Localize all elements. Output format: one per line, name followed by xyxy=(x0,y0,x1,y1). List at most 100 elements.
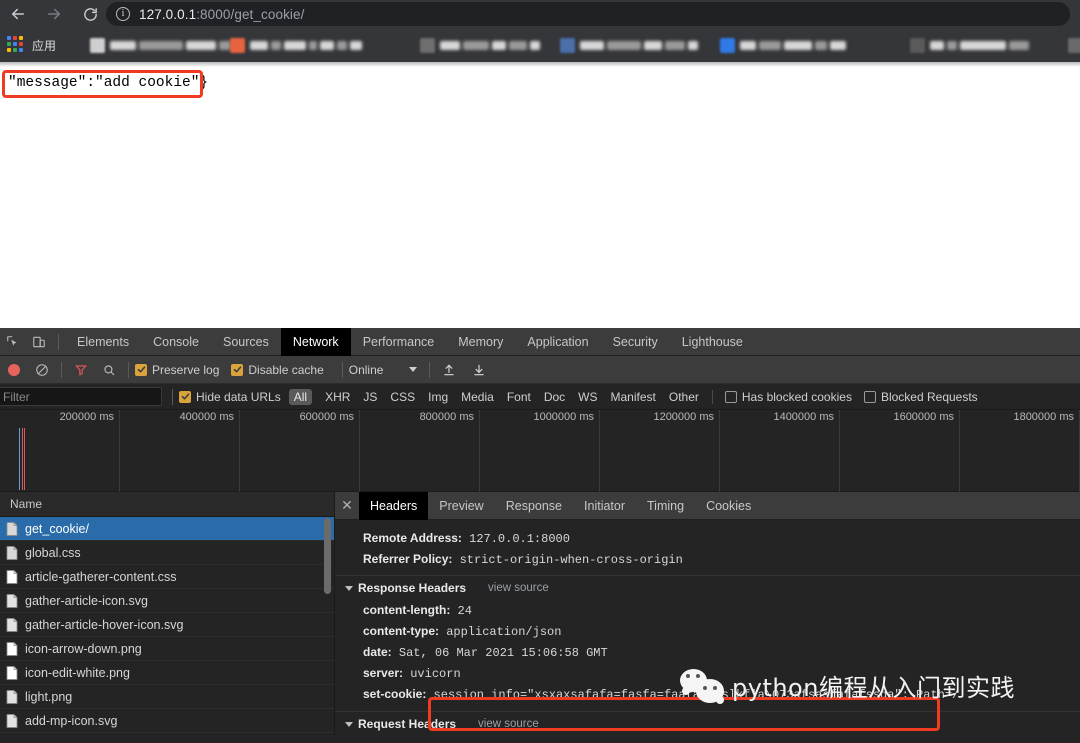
inspect-cursor-icon[interactable] xyxy=(0,329,26,355)
bookmark-item[interactable] xyxy=(230,35,365,55)
bookmark-label-blurred xyxy=(930,40,1032,50)
filter-type-img[interactable]: Img xyxy=(428,390,448,404)
request-row[interactable]: article-gatherer-content.css xyxy=(0,565,334,589)
forward-button[interactable] xyxy=(40,0,68,28)
bookmark-label-segment xyxy=(830,40,846,50)
request-row[interactable]: gather-article-icon.svg xyxy=(0,589,334,613)
info-circle-icon[interactable]: i xyxy=(116,7,130,21)
filter-type-ws[interactable]: WS xyxy=(578,390,597,404)
response-view-source-link[interactable]: view source xyxy=(488,582,549,594)
devtools-tab-console[interactable]: Console xyxy=(141,328,211,356)
chevron-down-icon xyxy=(409,367,418,372)
upload-arrow-icon[interactable] xyxy=(436,357,462,383)
request-row[interactable]: icon-arrow-down.png xyxy=(0,637,334,661)
bookmark-item[interactable] xyxy=(560,35,701,55)
devtools-tab-sources[interactable]: Sources xyxy=(211,328,281,356)
overview-tick: 1800000 ms xyxy=(0,410,1080,492)
bookmark-label-segment xyxy=(250,40,268,50)
request-row[interactable]: global.css xyxy=(0,541,334,565)
detail-tab-cookies[interactable]: Cookies xyxy=(695,492,762,520)
checkbox-checked-icon xyxy=(135,363,147,376)
detail-tab-headers[interactable]: Headers xyxy=(359,492,429,520)
apps-shortcut[interactable]: 应用 xyxy=(4,36,72,54)
bookmark-label-segment xyxy=(580,40,604,50)
request-row[interactable]: icon-edit-white.png xyxy=(0,661,334,685)
request-row-name: article-gatherer-content.css xyxy=(25,569,177,584)
bookmark-label-segment xyxy=(509,40,527,50)
blocked-requests-checkbox[interactable]: Blocked Requests xyxy=(863,389,990,404)
bookmark-label-segment xyxy=(815,40,827,50)
address-bar[interactable]: i 127.0.0.1:8000/get_cookie/ xyxy=(106,2,1070,26)
filter-type-other[interactable]: Other xyxy=(669,390,699,404)
devtools-tab-application[interactable]: Application xyxy=(515,328,600,356)
address-bar-url: 127.0.0.1:8000/get_cookie/ xyxy=(139,7,305,22)
bookmark-favicon xyxy=(420,37,435,53)
request-row[interactable]: get_cookie/ xyxy=(0,517,334,541)
filter-type-manifest[interactable]: Manifest xyxy=(611,390,656,404)
devtools-tab-elements[interactable]: Elements xyxy=(65,328,141,356)
bookmark-label-segment xyxy=(284,40,306,50)
devtools-tab-performance[interactable]: Performance xyxy=(351,328,447,356)
request-row[interactable]: gather-article-hover-icon.svg xyxy=(0,613,334,637)
checkbox-unchecked-icon xyxy=(863,390,876,403)
bookmark-item[interactable] xyxy=(420,35,543,55)
request-list-header[interactable]: Name xyxy=(0,492,334,517)
overview-event-line xyxy=(24,428,25,490)
bookmark-label-segment xyxy=(688,40,698,50)
bookmark-label-segment xyxy=(665,40,685,50)
reload-button[interactable] xyxy=(76,0,104,28)
detail-tab-initiator[interactable]: Initiator xyxy=(573,492,636,520)
back-button[interactable] xyxy=(4,0,32,28)
bookmark-item[interactable] xyxy=(910,35,1032,55)
filter-input[interactable]: Filter xyxy=(0,387,162,406)
doc-icon xyxy=(6,521,18,536)
bookmark-label-segment xyxy=(759,40,781,50)
request-row[interactable]: light.png xyxy=(0,685,334,709)
url-path: :8000/get_cookie/ xyxy=(196,6,305,22)
request-row[interactable]: article-tool-box.svg xyxy=(0,733,334,735)
magnifier-icon[interactable] xyxy=(96,357,122,383)
toolbar-divider-3 xyxy=(341,361,343,378)
devtools-tab-network[interactable]: Network xyxy=(280,327,351,356)
filter-type-xhr[interactable]: XHR xyxy=(325,390,350,404)
devtools-tab-security[interactable]: Security xyxy=(601,328,670,356)
request-row[interactable]: add-mp-icon.svg xyxy=(0,709,334,733)
detail-tab-response[interactable]: Response xyxy=(495,492,573,520)
preserve-log-checkbox[interactable]: Preserve log xyxy=(135,363,231,377)
devtools-tab-lighthouse[interactable]: Lighthouse xyxy=(670,328,755,356)
record-dot-icon[interactable] xyxy=(8,363,20,376)
response-header-value: application/json xyxy=(439,625,562,639)
detail-tab-timing[interactable]: Timing xyxy=(636,492,695,520)
device-toolbar-icon[interactable] xyxy=(26,329,52,355)
filter-type-css[interactable]: CSS xyxy=(390,390,415,404)
response-headers-section-title[interactable]: Response Headers view source xyxy=(335,575,1080,600)
funnel-icon[interactable] xyxy=(68,357,94,383)
network-filterbar: Filter Hide data URLs All XHR JS CSS Img Medi… xyxy=(0,384,1080,410)
filter-type-font[interactable]: Font xyxy=(507,390,531,404)
bookmark-label-blurred xyxy=(580,40,701,50)
clear-no-entry-icon[interactable] xyxy=(29,357,55,383)
filter-type-media[interactable]: Media xyxy=(461,390,494,404)
bookmark-item[interactable] xyxy=(720,35,849,55)
download-arrow-icon[interactable] xyxy=(466,357,492,383)
filter-type-js[interactable]: JS xyxy=(363,390,377,404)
filter-type-doc[interactable]: Doc xyxy=(544,390,565,404)
network-overview[interactable]: 200000 ms 400000 ms 600000 ms 800000 ms 1000… xyxy=(0,410,1080,492)
hide-data-urls-checkbox[interactable]: Hide data URLs xyxy=(179,390,289,404)
blocked-requests-label: Blocked Requests xyxy=(880,389,978,404)
close-x-icon[interactable]: ✕ xyxy=(335,497,359,514)
response-header-row: server: uvicorn xyxy=(335,663,1080,684)
bookmark-favicon xyxy=(90,37,105,53)
throttling-select[interactable]: Online xyxy=(349,363,418,377)
devtools-tab-memory[interactable]: Memory xyxy=(446,328,515,356)
request-list: Name get_cookie/global.css article-gather… xyxy=(0,492,335,735)
bookmark-item[interactable] xyxy=(90,35,245,55)
request-list-scrollbar[interactable] xyxy=(324,518,331,594)
has-blocked-cookies-checkbox[interactable]: Has blocked cookies xyxy=(724,390,864,404)
bookmark-item[interactable] xyxy=(1068,35,1080,55)
detail-tab-preview[interactable]: Preview xyxy=(428,492,494,520)
image-doc-icon xyxy=(6,713,18,728)
overview-tick-label: 1800000 ms xyxy=(1013,411,1074,423)
disable-cache-checkbox[interactable]: Disable cache xyxy=(231,363,335,377)
filter-type-all[interactable]: All xyxy=(288,388,313,405)
